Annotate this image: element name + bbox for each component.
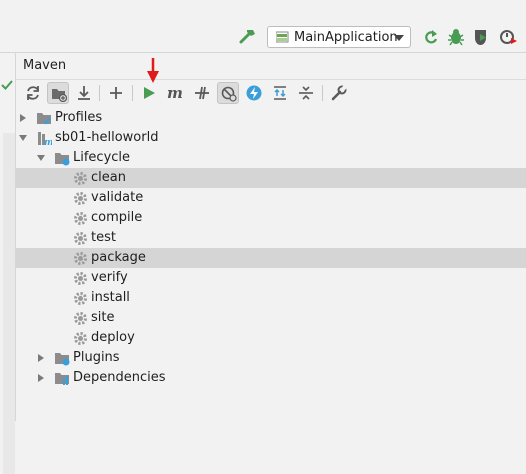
goal-validate[interactable]: validate [15,188,526,208]
svg-text:m: m [167,85,183,101]
chevron-right-icon[interactable] [19,114,27,122]
execute-goal-button[interactable]: m [164,82,186,104]
show-dependencies-icon [274,86,286,100]
panel-title: Maven [23,58,67,73]
run-configuration-label: MainApplication [294,30,398,45]
toolbar-divider [322,85,323,101]
toolbar-divider [99,85,100,101]
tree-label: Profiles [55,110,103,125]
add-icon [110,87,122,99]
tree-label: sb01-helloworld [55,130,159,145]
spring-app-icon [276,31,289,43]
chevron-down-icon[interactable] [19,134,27,142]
goal-verify[interactable]: verify [15,268,526,288]
gear-icon [74,192,87,205]
folder-plus-icon [52,89,67,102]
show-dependencies-button[interactable] [269,82,291,104]
profiles-folder-icon [37,113,51,125]
divider [16,79,526,80]
gear-icon [74,252,87,265]
skip-tests-icon [221,86,237,102]
maven-project-icon: m [38,132,52,146]
gear-icon [74,292,87,305]
annotation-arrow-icon [147,58,159,83]
debug-icon[interactable] [447,28,465,46]
goal-label: validate [91,190,144,205]
goal-label: site [91,310,115,325]
skip-tests-button[interactable] [217,82,239,104]
tree-node-plugins[interactable]: Plugins [15,348,526,368]
gear-icon [74,332,87,345]
run-toolbar: MainApplication [0,0,526,53]
tree-node-profiles[interactable]: Profiles [15,108,526,128]
generate-sources-button[interactable] [47,82,69,104]
goal-deploy[interactable]: deploy [15,328,526,348]
chevron-down-icon [394,35,404,41]
maven-settings-button[interactable] [328,82,350,104]
tree-label: Lifecycle [73,150,131,165]
toggle-offline-button[interactable] [191,82,213,104]
collapse-all-button[interactable] [295,82,317,104]
tree-label: Dependencies [73,370,166,385]
tree-label: Plugins [73,350,120,365]
goal-label: test [91,230,116,245]
goal-site[interactable]: site [15,308,526,328]
goal-label: compile [91,210,143,225]
tree-node-dependencies[interactable]: Dependencies [15,368,526,388]
profile-icon[interactable] [499,28,517,46]
gear-icon [74,172,87,185]
check-icon [1,80,13,90]
svg-text:m: m [44,138,52,146]
tree-node-lifecycle[interactable]: Lifecycle [15,148,526,168]
chevron-right-icon[interactable] [37,354,45,362]
left-gutter [0,53,15,474]
download-icon [78,86,90,100]
gear-icon [74,212,87,225]
chevron-right-icon[interactable] [37,374,45,382]
goal-label: deploy [91,330,135,345]
goal-compile[interactable]: compile [15,208,526,228]
show-basic-phases-button[interactable] [243,82,265,104]
goal-test[interactable]: test [15,228,526,248]
tree-node-project[interactable]: m sb01-helloworld [15,128,526,148]
hammer-icon[interactable] [238,27,258,47]
maven-m-icon: m [167,85,183,101]
run-icon [144,87,155,99]
run-maven-build-button[interactable] [138,82,160,104]
scroll-strip [3,133,15,474]
wrench-icon [331,85,347,101]
refresh-icon [27,86,39,100]
reload-button[interactable] [22,82,44,104]
add-project-button[interactable] [105,82,127,104]
goal-label: verify [91,270,128,285]
goal-package[interactable]: package [15,248,526,268]
gear-icon [74,232,87,245]
goal-clean[interactable]: clean [15,168,526,188]
gear-icon [74,312,87,325]
toggle-offline-icon [195,86,209,100]
lightning-icon [246,85,262,101]
dependencies-folder-icon [55,373,69,385]
plugins-folder-icon [55,353,70,366]
download-sources-button[interactable] [73,82,95,104]
lifecycle-folder-icon [55,153,70,166]
coverage-icon[interactable] [472,28,490,46]
goal-label: package [91,250,146,265]
chevron-down-icon[interactable] [37,154,45,162]
run-configuration-select[interactable]: MainApplication [267,26,411,48]
toolbar-divider [132,85,133,101]
goal-label: clean [91,170,126,185]
gear-icon [74,272,87,285]
goal-label: install [91,290,130,305]
goal-install[interactable]: install [15,288,526,308]
collapse-all-icon [299,86,313,100]
rerun-icon[interactable] [422,28,440,46]
